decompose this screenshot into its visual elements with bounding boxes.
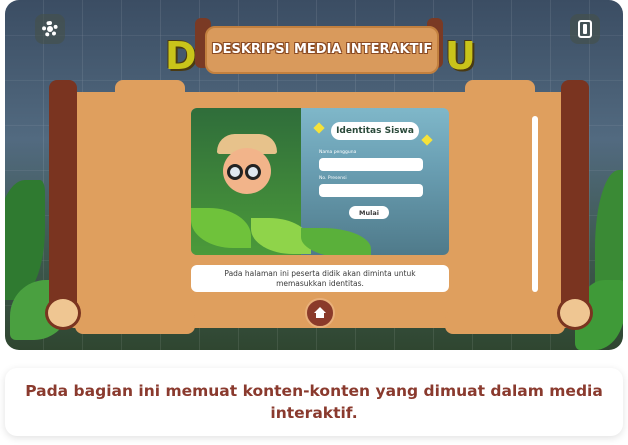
settings-button[interactable]	[35, 14, 65, 44]
username-field[interactable]	[319, 158, 423, 171]
scroll-rod-end	[45, 296, 81, 330]
preview-image: Identitas Siswa Nama pengguna No. Presen…	[191, 108, 449, 255]
home-button[interactable]	[305, 298, 335, 328]
form-title: Identitas Siswa	[331, 122, 419, 140]
gear-icon	[42, 21, 58, 37]
identity-form: Identitas Siswa Nama pengguna No. Presen…	[311, 118, 441, 230]
home-icon	[314, 307, 326, 319]
star-icon	[421, 134, 433, 146]
exit-door-icon	[578, 20, 592, 38]
footer-description: Pada bagian ini memuat konten-konten yan…	[25, 382, 603, 422]
attendance-field[interactable]	[319, 184, 423, 197]
field-label: Nama pengguna	[319, 150, 357, 155]
leaf-decoration	[301, 228, 371, 255]
star-icon	[313, 122, 325, 134]
field-label: No. Presensi	[319, 176, 347, 181]
page-title: DESKRIPSI MEDIA INTERAKTIF	[211, 42, 433, 57]
scroll-rod-right	[561, 80, 589, 320]
start-button[interactable]: Mulai	[349, 206, 389, 219]
scroll-rod-left	[49, 80, 77, 320]
scroll-rod-end	[557, 296, 593, 330]
scroll-tab	[75, 310, 195, 334]
caption-text: Pada halaman ini peserta didik akan dimi…	[191, 265, 449, 292]
footer-card: Pada bagian ini memuat konten-konten yan…	[5, 368, 623, 436]
app-screen: D U DESKRIPSI MEDIA INTERAKTIF Identitas…	[5, 0, 623, 350]
goggle-icon	[245, 164, 261, 180]
title-letter-right: U	[445, 34, 476, 78]
title-letter-left: D	[165, 34, 197, 78]
scrollbar[interactable]	[532, 116, 538, 292]
goggle-icon	[227, 164, 243, 180]
exit-button[interactable]	[570, 14, 600, 44]
title-banner: DESKRIPSI MEDIA INTERAKTIF	[205, 26, 439, 74]
scroll-tab	[445, 310, 565, 334]
